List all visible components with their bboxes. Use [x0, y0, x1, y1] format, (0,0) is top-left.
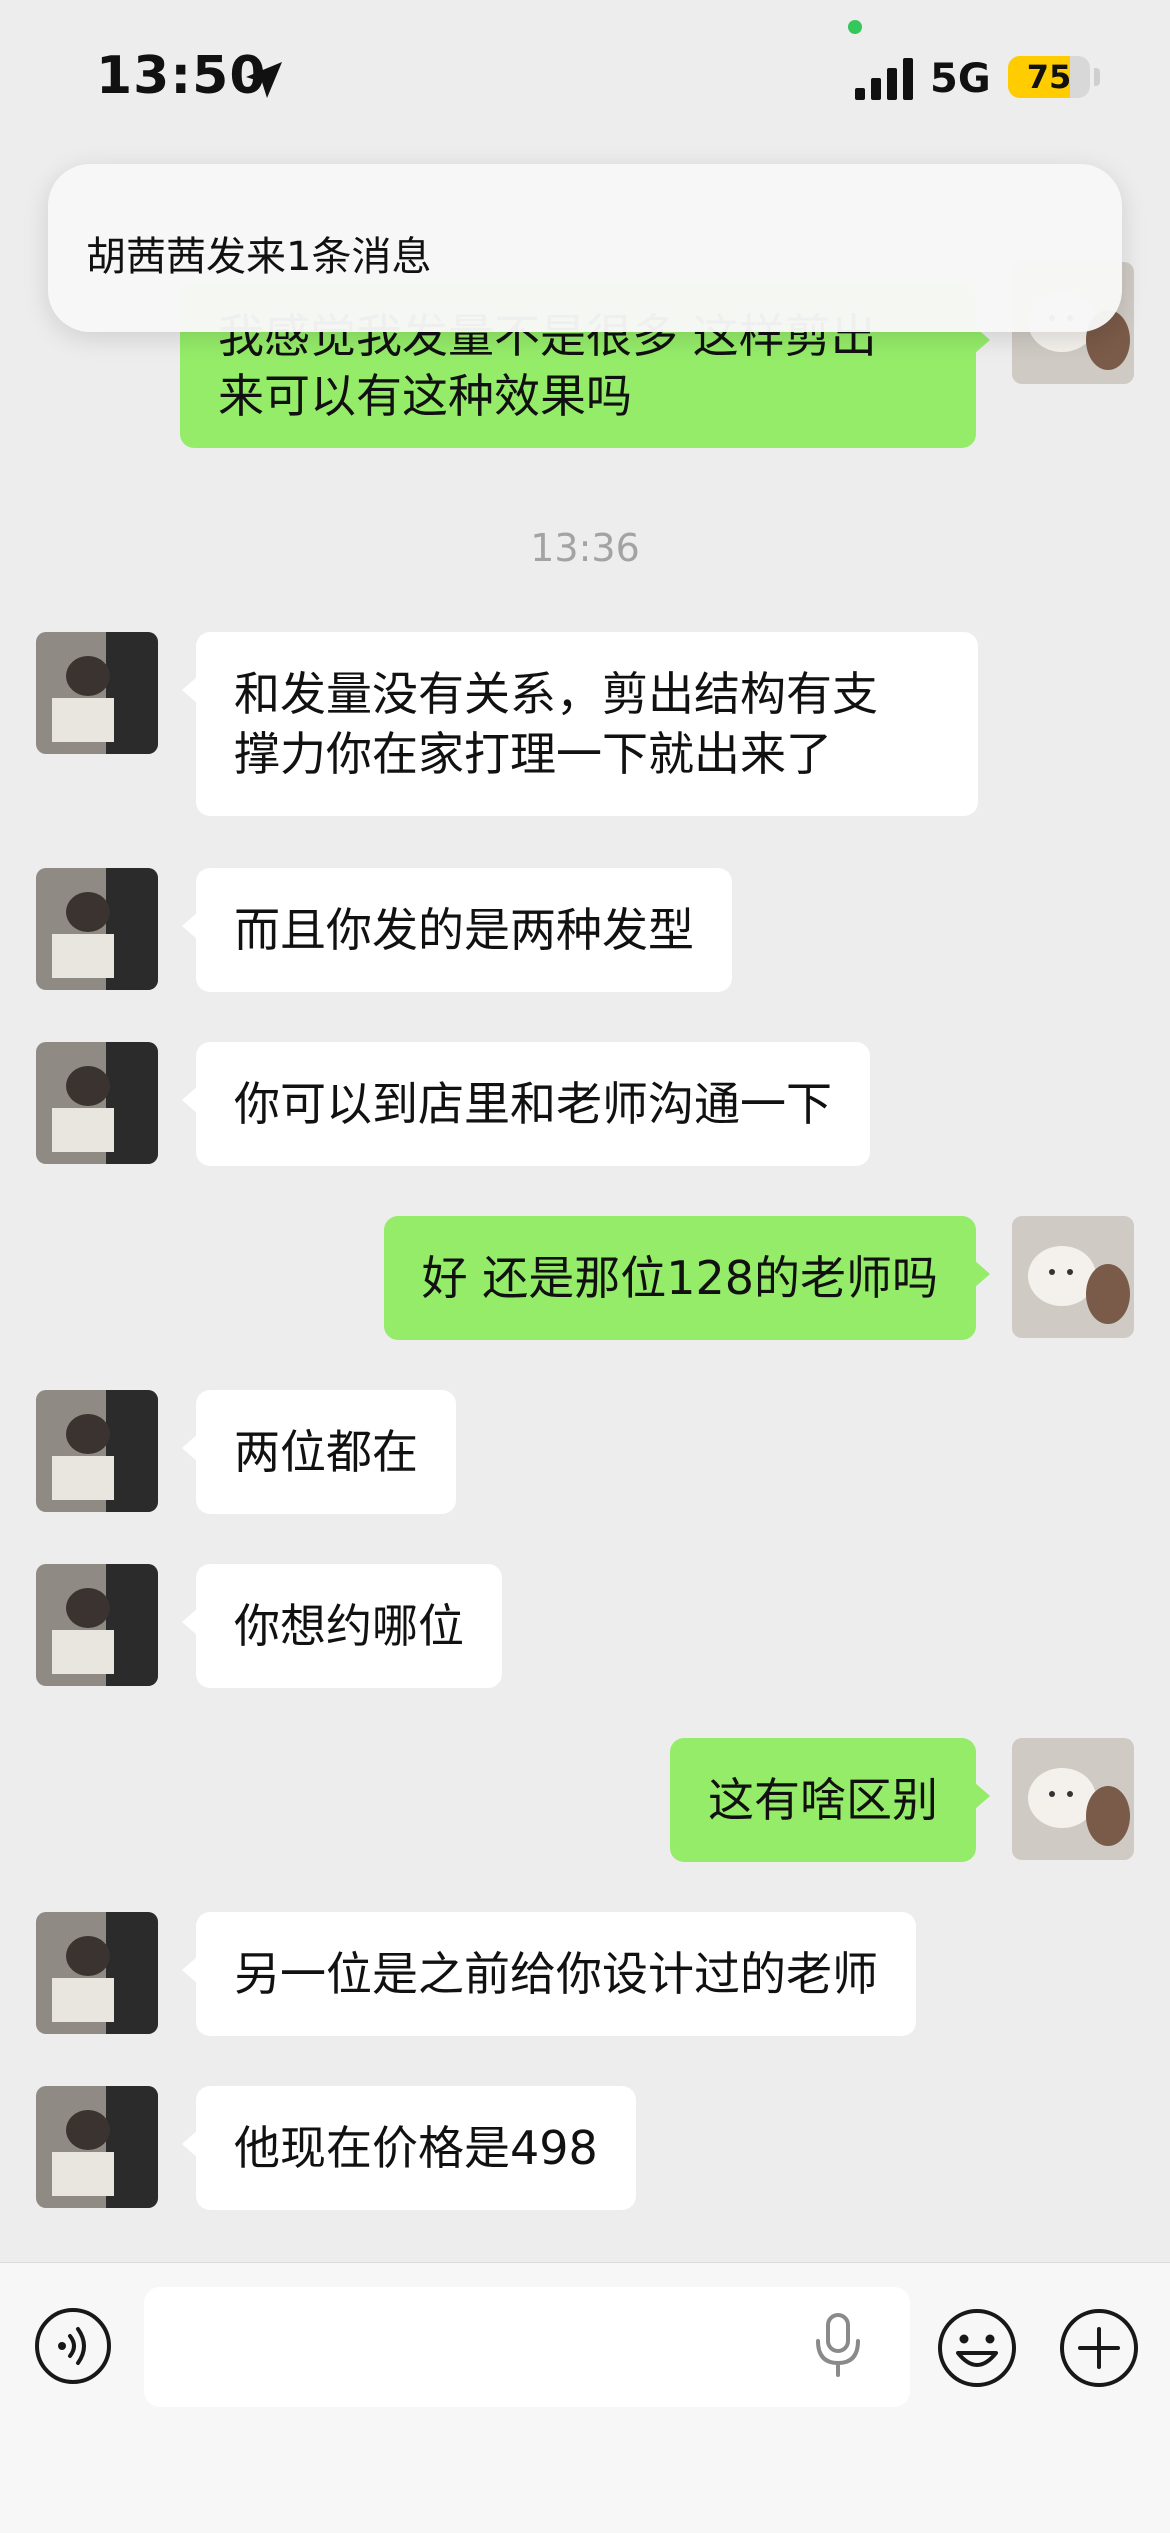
message-bubble-incoming[interactable]: 而且你发的是两种发型 [182, 868, 732, 992]
message-input[interactable] [144, 2287, 910, 2407]
avatar-contact[interactable] [36, 1564, 158, 1686]
avatar-contact[interactable] [36, 1390, 158, 1512]
avatar-self[interactable] [1012, 1216, 1134, 1338]
message-text-line: 和发量没有关系，剪出结构有支 [234, 667, 878, 721]
message-text-line: 撑力你在家打理一下就出来了 [234, 727, 832, 781]
input-bar [0, 2262, 1170, 2533]
avatar-self[interactable] [1012, 1738, 1134, 1860]
message-bubble-incoming[interactable]: 两位都在 [182, 1390, 456, 1514]
message-bubble-incoming[interactable]: 和发量没有关系，剪出结构有支 撑力你在家打理一下就出来了 [182, 632, 978, 816]
avatar-contact[interactable] [36, 868, 158, 990]
chat-history[interactable]: 我感觉我发量不是很多 这样剪出 来可以有这种效果吗 13:36 和发量没有关系，… [0, 0, 1170, 2262]
avatar-contact[interactable] [36, 1912, 158, 2034]
message-bubble-incoming[interactable]: 你想约哪位 [182, 1564, 502, 1688]
message-bubble-incoming[interactable]: 你可以到店里和老师沟通一下 [182, 1042, 870, 1166]
plus-icon[interactable] [1058, 2307, 1140, 2389]
message-text-line: 来可以有这种效果吗 [218, 369, 632, 423]
message-bubble-outgoing[interactable]: 这有啥区别 [670, 1738, 990, 1862]
message-timestamp: 13:36 [530, 526, 640, 570]
emoji-icon[interactable] [936, 2307, 1018, 2389]
notification-text: 胡茜茜发来1条消息 [86, 234, 432, 280]
notification-banner[interactable]: 胡茜茜发来1条消息 [48, 164, 1122, 332]
avatar-contact[interactable] [36, 1042, 158, 1164]
microphone-icon[interactable] [812, 2313, 864, 2379]
avatar-contact[interactable] [36, 632, 158, 754]
message-bubble-incoming[interactable]: 他现在价格是498 [182, 2086, 636, 2210]
message-bubble-outgoing[interactable]: 好 还是那位128的老师吗 [383, 1216, 991, 1340]
voice-mode-icon[interactable] [34, 2307, 112, 2385]
avatar-contact[interactable] [36, 2086, 158, 2208]
message-bubble-incoming[interactable]: 另一位是之前给你设计过的老师 [182, 1912, 916, 2036]
